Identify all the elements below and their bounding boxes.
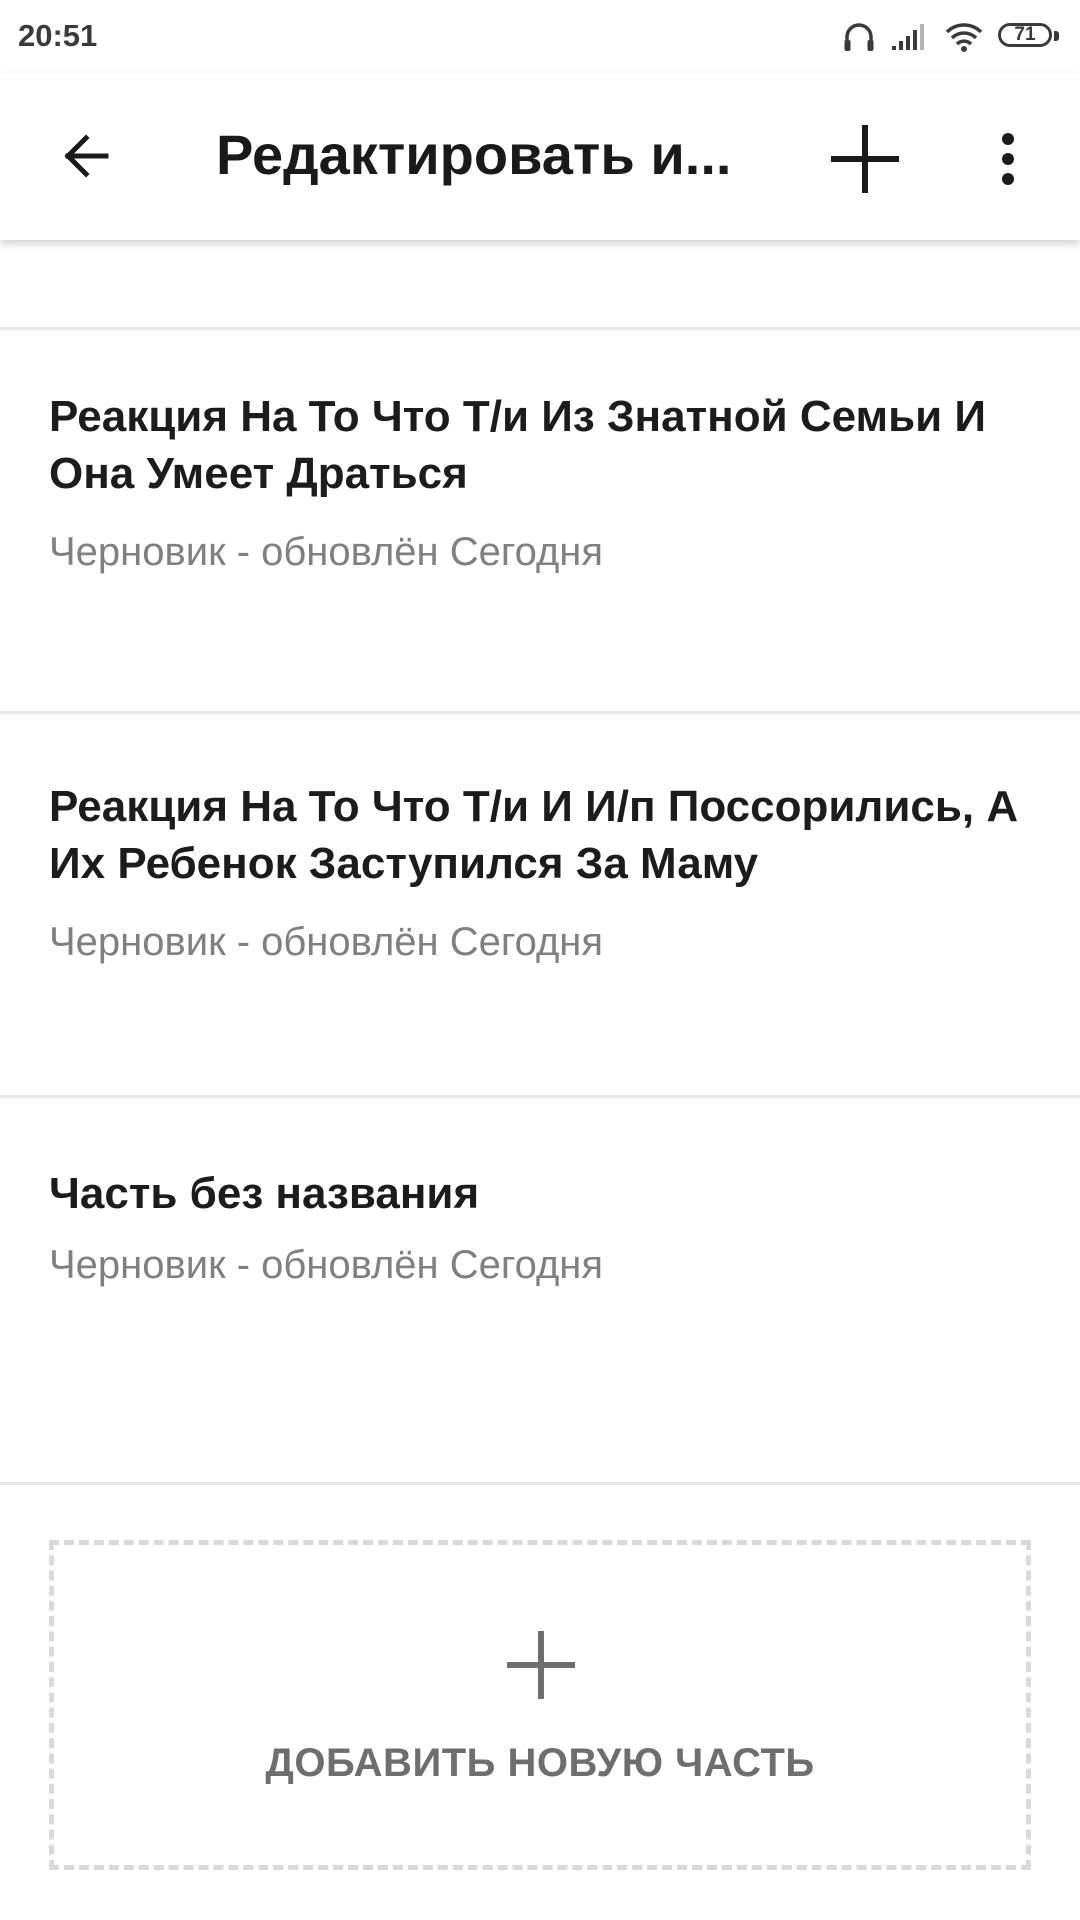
- list-item[interactable]: Реакция На То Что Т/и Из Знатной Семьи И…: [0, 330, 1080, 714]
- status-icons: 71: [842, 14, 1060, 60]
- part-title: Часть без названия: [49, 1169, 480, 1218]
- signal-icon: [890, 22, 930, 52]
- add-button[interactable]: [820, 114, 910, 204]
- plus-icon: [831, 125, 899, 193]
- status-time: 20:51: [18, 18, 98, 53]
- add-new-part-label: ДОБАВИТЬ НОВУЮ ЧАСТЬ: [265, 1741, 815, 1785]
- battery-level: 71: [1014, 24, 1036, 45]
- list-item[interactable]: Часть без названия Черновик - обновлён С…: [0, 1101, 1080, 1485]
- headphones-icon: [842, 20, 876, 54]
- back-button[interactable]: [44, 114, 128, 198]
- status-bar: 20:51 71: [0, 0, 1080, 74]
- plus-icon: [507, 1631, 575, 1699]
- battery-icon: 71: [998, 23, 1060, 51]
- more-options-button[interactable]: [978, 114, 1038, 204]
- part-status: Черновик - обновлён Сегодня: [49, 1243, 604, 1287]
- part-title: Реакция На То Что Т/и И И/п Поссорились,…: [49, 782, 1019, 888]
- page-title: Редактировать и...: [216, 123, 732, 186]
- wifi-icon: [944, 21, 984, 53]
- part-title: Реакция На То Что Т/и Из Знатной Семьи И…: [49, 392, 987, 498]
- part-status: Черновик - обновлён Сегодня: [49, 530, 604, 574]
- arrow-left-icon: [64, 134, 109, 178]
- list-item[interactable]: Реакция На То Что Т/и И И/п Поссорились,…: [0, 714, 1080, 1098]
- toolbar: Редактировать и...: [0, 74, 1080, 240]
- more-vertical-icon: [1002, 133, 1014, 185]
- add-new-part-button[interactable]: ДОБАВИТЬ НОВУЮ ЧАСТЬ: [49, 1540, 1031, 1870]
- part-status: Черновик - обновлён Сегодня: [49, 920, 604, 964]
